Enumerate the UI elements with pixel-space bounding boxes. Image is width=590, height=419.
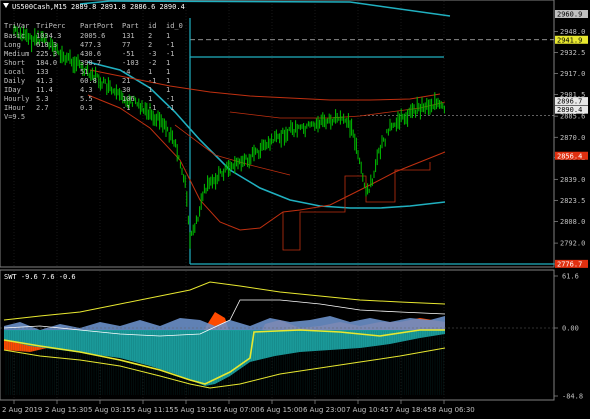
price-label: 2870.0	[560, 134, 585, 142]
table-cell: Basic	[4, 32, 25, 40]
table-cell: 618.3	[36, 41, 57, 49]
table-cell: Hourly	[4, 95, 29, 103]
price-tag-label: 2890.4	[557, 106, 582, 114]
table-cell: Daily	[4, 77, 25, 85]
price-tag-label: 2896.7	[557, 98, 582, 106]
time-axis: 2 Aug 2019 2 Aug 15:30 5 Aug 03:15 5 Aug 11…	[2, 400, 475, 414]
table-cell: -1	[148, 104, 156, 112]
time-label: 6 Aug 23:00	[303, 406, 346, 414]
table-cell: 41.3	[36, 77, 53, 85]
chart-canvas[interactable]: US500Cash,M15 2889.8 2891.8 2886.6 2890.…	[0, 0, 590, 419]
table-cell: 106	[122, 95, 135, 103]
table-header-cell: Part	[122, 22, 139, 30]
time-label: 6 Aug 07:00	[217, 406, 260, 414]
table-header-cell: TriPerc	[36, 22, 66, 30]
table-cell: 2005.6	[80, 32, 105, 40]
table-cell: -51	[122, 50, 135, 58]
table-cell: 1	[148, 68, 152, 76]
table-cell: 2	[148, 41, 152, 49]
table-cell: IHour	[4, 104, 25, 112]
price-tag-label: 2960.9	[557, 11, 582, 19]
indicator-label: 61.6	[562, 273, 579, 281]
table-cell: 1	[166, 32, 170, 40]
price-tag-label: 2856.4	[557, 152, 582, 160]
time-label: 8 Aug 06:30	[432, 406, 475, 414]
table-cell: Medium	[4, 50, 29, 58]
time-label: 2 Aug 2019	[2, 406, 42, 414]
table-cell: -1	[148, 77, 156, 85]
table-cell: 2	[148, 32, 152, 40]
table-cell: Long	[4, 41, 21, 49]
price-label: 2917.0	[560, 70, 585, 78]
table-cell: 225.3	[36, 50, 57, 58]
table-cell: 430.6	[80, 50, 101, 58]
indicator-label: -84.8	[562, 393, 583, 401]
table-cell: 5.3	[36, 95, 49, 103]
table-cell: 1	[166, 68, 170, 76]
table-cell: 51	[80, 68, 88, 76]
table-cell: -1	[166, 41, 174, 49]
price-label: 2839.0	[560, 176, 585, 184]
price-label: 2808.0	[560, 218, 585, 226]
table-cell: 4.3	[80, 86, 93, 94]
price-label: 2792.0	[560, 240, 585, 248]
table-cell: 11.4	[36, 86, 53, 94]
price-label: 2948.0	[560, 28, 585, 36]
price-tag-label: 2776.7	[557, 260, 582, 268]
table-cell: -1	[122, 104, 130, 112]
table-cell: IDay	[4, 86, 21, 94]
table-cell: 77	[122, 41, 130, 49]
table-cell: Local	[4, 68, 25, 76]
table-cell: 184.0	[36, 59, 57, 67]
table-cell: Short	[4, 59, 25, 67]
table-cell: 1	[166, 77, 170, 85]
table-cell: 133	[36, 68, 49, 76]
price-tag-label: 2941.9	[557, 36, 582, 44]
time-label: 2 Aug 15:30	[45, 406, 88, 414]
chart-title-group: US500Cash,M15 2889.8 2891.8 2886.6 2890.…	[3, 3, 185, 11]
indicator-title: SWT -9.6 7.6 -0.6	[4, 273, 76, 281]
table-cell: 21	[122, 77, 130, 85]
indicator-axis: 61.6 0.00 -84.8	[554, 273, 583, 401]
table-cell: -103	[122, 59, 139, 67]
table-cell: 0.3	[80, 104, 93, 112]
table-cell: 1	[166, 86, 170, 94]
table-cell: 390.7	[80, 59, 101, 67]
table-cell: 477.3	[80, 41, 101, 49]
time-label: 5 Aug 03:15	[88, 406, 131, 414]
price-label: 2932.5	[560, 49, 585, 57]
time-label: 5 Aug 11:15	[131, 406, 174, 414]
table-cell: 1	[148, 86, 152, 94]
table-cell: 1034.3	[36, 32, 61, 40]
table-cell: 60.8	[80, 77, 97, 85]
table-cell: 5.5	[80, 95, 93, 103]
table-cell: 30	[122, 86, 130, 94]
time-label: 6 Aug 15:00	[260, 406, 303, 414]
table-header-cell: id	[148, 22, 156, 30]
price-label: 2823.5	[560, 197, 585, 205]
table-header-cell: PartPort	[80, 22, 114, 30]
table-cell: -4	[122, 68, 130, 76]
table-header-cell: TriVar	[4, 22, 29, 30]
chart-title: US500Cash,M15 2889.8 2891.8 2886.6 2890.…	[12, 3, 185, 11]
table-cell: 131	[122, 32, 135, 40]
table-cell: -1	[166, 95, 174, 103]
table-cell: 1	[166, 59, 170, 67]
table-cell: -2	[148, 59, 156, 67]
table-footer: V=9.5	[4, 113, 25, 121]
time-label: 7 Aug 10:45	[346, 406, 389, 414]
time-label: 5 Aug 19:15	[174, 406, 217, 414]
table-cell: 2.7	[36, 104, 49, 112]
table-cell: -3	[148, 50, 156, 58]
table-cell: -1	[166, 50, 174, 58]
table-header-cell: id_0	[166, 22, 183, 30]
price-axis: 2948.02932.52917.02901.52885.62870.02855…	[554, 28, 585, 269]
time-label: 7 Aug 18:45	[389, 406, 432, 414]
table-cell: 1	[148, 95, 152, 103]
indicator-label: 0.00	[562, 325, 579, 333]
table-cell: -1	[166, 104, 174, 112]
